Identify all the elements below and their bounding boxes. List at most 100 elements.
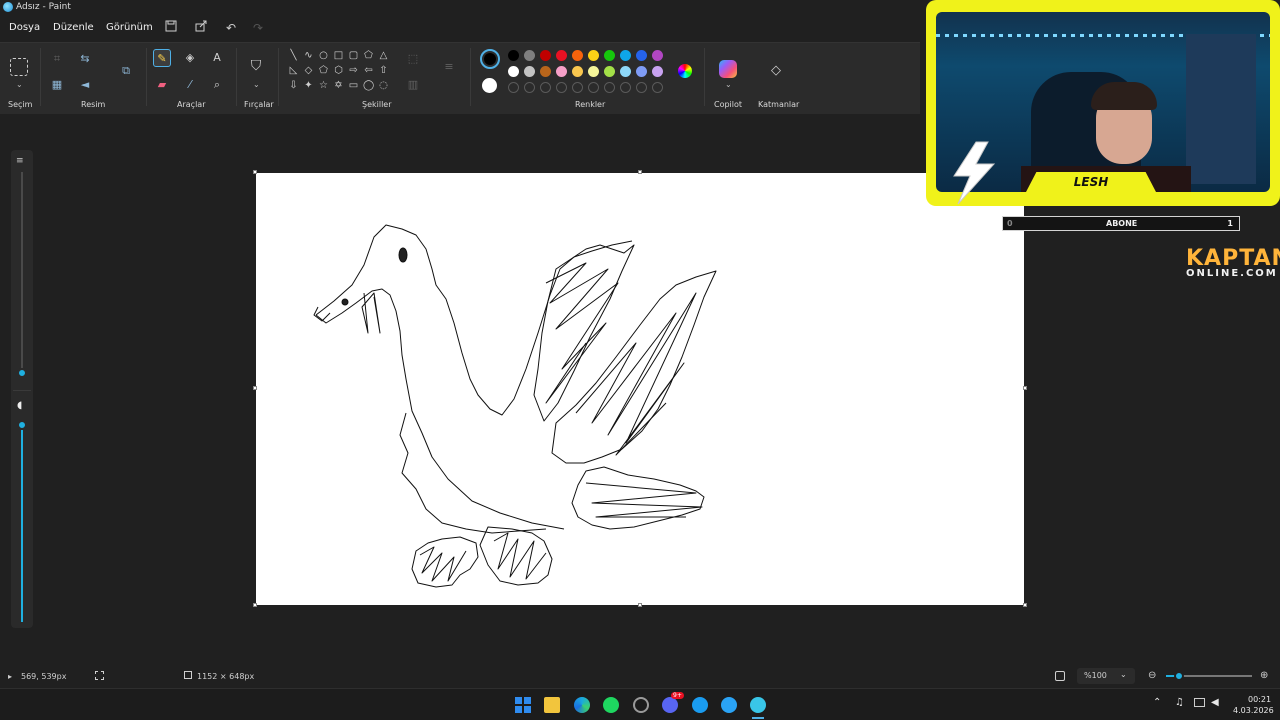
custom-color-slot[interactable] bbox=[620, 82, 631, 93]
color-swatch[interactable] bbox=[620, 50, 631, 61]
app-icon[interactable] bbox=[692, 697, 708, 713]
eraser-icon[interactable]: ▰ bbox=[153, 76, 171, 94]
color-swatch[interactable] bbox=[588, 66, 599, 77]
color-swatch[interactable] bbox=[652, 66, 663, 77]
drawing-canvas[interactable] bbox=[256, 173, 1024, 605]
rotate-icon[interactable]: ◄ bbox=[76, 76, 94, 94]
menu-file[interactable]: Dosya bbox=[9, 22, 40, 33]
color-swatch[interactable] bbox=[540, 50, 551, 61]
start-icon[interactable] bbox=[515, 697, 531, 713]
share-icon[interactable] bbox=[193, 20, 209, 36]
remove-background-icon[interactable]: ⧉ bbox=[116, 62, 136, 82]
oval-shape-icon[interactable]: ○ bbox=[318, 50, 329, 61]
fill-icon[interactable]: ◈ bbox=[181, 49, 199, 67]
canvas-resize-handle[interactable] bbox=[638, 603, 642, 607]
star4-shape-icon[interactable]: ✦ bbox=[303, 80, 314, 91]
layers-icon[interactable]: ◇ bbox=[767, 62, 785, 80]
select-chevron-icon[interactable]: ⌄ bbox=[16, 80, 23, 89]
canvas-resize-handle[interactable] bbox=[253, 603, 257, 607]
custom-color-slot[interactable] bbox=[556, 82, 567, 93]
color-swatch[interactable] bbox=[556, 66, 567, 77]
brush-icon[interactable]: ⛉ bbox=[247, 57, 265, 75]
edit-colors-icon[interactable] bbox=[678, 64, 692, 78]
save-icon[interactable] bbox=[163, 20, 179, 36]
pentagon-shape-icon[interactable]: ⬠ bbox=[318, 65, 329, 76]
color-picker-icon[interactable]: ⁄ bbox=[181, 76, 199, 94]
right-triangle-shape-icon[interactable]: ◺ bbox=[288, 65, 299, 76]
arrow-up-shape-icon[interactable]: ⇧ bbox=[378, 65, 389, 76]
primary-color-selector[interactable] bbox=[480, 49, 500, 69]
callout-cloud-shape-icon[interactable]: ◌ bbox=[378, 80, 389, 91]
menu-view[interactable]: Görünüm bbox=[106, 22, 153, 33]
tray-chevron-icon[interactable]: ⌃ bbox=[1153, 697, 1161, 708]
arrow-down-shape-icon[interactable]: ⇩ bbox=[288, 80, 299, 91]
color-swatch[interactable] bbox=[508, 66, 519, 77]
edge-icon[interactable] bbox=[574, 697, 590, 713]
resize-icon[interactable]: ⇆ bbox=[76, 50, 94, 68]
canvas-resize-handle[interactable] bbox=[1023, 603, 1027, 607]
opacity-slider-track[interactable] bbox=[21, 430, 23, 622]
opacity-slider-thumb[interactable] bbox=[17, 420, 27, 430]
color-swatch[interactable] bbox=[652, 50, 663, 61]
diamond-shape-icon[interactable]: ◇ bbox=[303, 65, 314, 76]
custom-color-slot[interactable] bbox=[540, 82, 551, 93]
custom-color-slot[interactable] bbox=[508, 82, 519, 93]
callout-oval-shape-icon[interactable]: ◯ bbox=[363, 80, 374, 91]
app-icon[interactable] bbox=[633, 697, 649, 713]
line-shape-icon[interactable]: ╲ bbox=[288, 50, 299, 61]
canvas-resize-handle[interactable] bbox=[253, 170, 257, 174]
color-swatch[interactable] bbox=[620, 66, 631, 77]
curve-shape-icon[interactable]: ∿ bbox=[303, 50, 314, 61]
canvas-resize-handle[interactable] bbox=[1023, 386, 1027, 390]
brush-chevron-icon[interactable]: ⌄ bbox=[253, 80, 260, 89]
triangle-shape-icon[interactable]: △ bbox=[378, 50, 389, 61]
menu-edit[interactable]: Düzenle bbox=[53, 22, 94, 33]
file-explorer-icon[interactable] bbox=[544, 697, 560, 713]
app-icon[interactable] bbox=[721, 697, 737, 713]
custom-color-slot[interactable] bbox=[524, 82, 535, 93]
zoom-out-icon[interactable]: ⊖ bbox=[1148, 670, 1156, 681]
spotify-icon[interactable] bbox=[603, 697, 619, 713]
zoom-slider-thumb[interactable] bbox=[1174, 671, 1184, 681]
discord-icon[interactable]: 9+ bbox=[662, 692, 684, 713]
canvas-resize-handle[interactable] bbox=[253, 386, 257, 390]
text-icon[interactable]: A bbox=[208, 49, 226, 67]
fit-to-window-icon[interactable] bbox=[1055, 671, 1065, 681]
zoom-select[interactable]: %100 ⌄ bbox=[1077, 668, 1135, 684]
clock-time[interactable]: 00:21 bbox=[1248, 695, 1271, 704]
star6-shape-icon[interactable]: ✡ bbox=[333, 80, 344, 91]
size-slider-thumb[interactable] bbox=[17, 368, 27, 378]
custom-color-slot[interactable] bbox=[604, 82, 615, 93]
rounded-rect-shape-icon[interactable]: ▢ bbox=[348, 50, 359, 61]
image-edit-icon[interactable]: ▦ bbox=[48, 76, 66, 94]
clock-date[interactable]: 4.03.2026 bbox=[1233, 706, 1274, 715]
microphone-icon[interactable]: ♫ bbox=[1175, 697, 1184, 708]
undo-icon[interactable]: ↶ bbox=[223, 20, 239, 36]
color-swatch[interactable] bbox=[604, 66, 615, 77]
color-swatch[interactable] bbox=[636, 50, 647, 61]
secondary-color-swatch[interactable] bbox=[482, 78, 497, 93]
select-icon[interactable] bbox=[10, 58, 28, 76]
color-swatch[interactable] bbox=[572, 66, 583, 77]
custom-color-slot[interactable] bbox=[636, 82, 647, 93]
size-slider-track[interactable] bbox=[21, 172, 23, 368]
pencil-icon[interactable]: ✎ bbox=[153, 49, 171, 67]
custom-color-slot[interactable] bbox=[652, 82, 663, 93]
color-swatch[interactable] bbox=[604, 50, 615, 61]
color-swatch[interactable] bbox=[508, 50, 519, 61]
copilot-chevron-icon[interactable]: ⌄ bbox=[725, 80, 732, 89]
zoom-in-icon[interactable]: ⊕ bbox=[1260, 670, 1268, 681]
magnifier-icon[interactable]: ⌕ bbox=[208, 76, 226, 94]
rectangle-shape-icon[interactable]: □ bbox=[333, 50, 344, 61]
paint-taskbar-icon[interactable] bbox=[750, 697, 766, 713]
volume-icon[interactable]: ◀ bbox=[1211, 697, 1219, 708]
custom-color-slot[interactable] bbox=[588, 82, 599, 93]
arrow-right-shape-icon[interactable]: ⇨ bbox=[348, 65, 359, 76]
color-swatch[interactable] bbox=[524, 66, 535, 77]
arrow-left-shape-icon[interactable]: ⇦ bbox=[363, 65, 374, 76]
color-swatch[interactable] bbox=[524, 50, 535, 61]
copilot-icon[interactable] bbox=[719, 60, 737, 78]
color-swatch[interactable] bbox=[636, 66, 647, 77]
color-swatch[interactable] bbox=[588, 50, 599, 61]
star5-shape-icon[interactable]: ☆ bbox=[318, 80, 329, 91]
